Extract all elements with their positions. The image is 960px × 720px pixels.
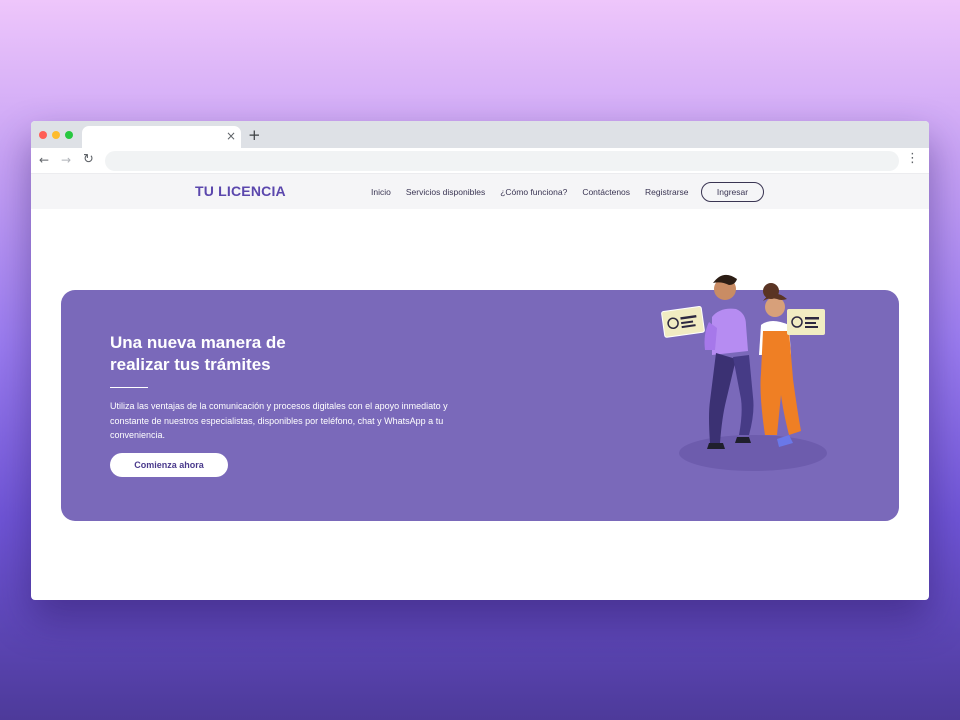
browser-tab-bar: × + xyxy=(31,121,929,148)
hero-title-line-1: Una nueva manera de xyxy=(110,333,286,352)
main-nav: Inicio Servicios disponibles ¿Cómo funci… xyxy=(371,174,704,210)
nav-link-como-funciona[interactable]: ¿Cómo funciona? xyxy=(500,187,567,197)
cta-button[interactable]: Comienza ahora xyxy=(110,453,228,477)
address-bar[interactable] xyxy=(105,151,899,171)
hero-title: Una nueva manera de realizar tus trámite… xyxy=(110,332,340,376)
nav-link-servicios[interactable]: Servicios disponibles xyxy=(406,187,485,197)
window-maximize-dot[interactable] xyxy=(65,131,73,139)
window-minimize-dot[interactable] xyxy=(52,131,60,139)
nav-link-registrarse[interactable]: Registrarse xyxy=(645,187,688,197)
browser-tab[interactable]: × xyxy=(82,126,241,148)
forward-arrow-icon[interactable]: → xyxy=(61,152,71,168)
plus-icon[interactable]: + xyxy=(248,126,261,144)
browser-window: × + ← → ↻ ⋮ TU LICENCIA Inicio Servicios… xyxy=(31,121,929,600)
hero-description: Utiliza las ventajas de la comunicación … xyxy=(110,401,448,440)
back-arrow-icon[interactable]: ← xyxy=(39,152,49,168)
site-header: TU LICENCIA Inicio Servicios disponibles… xyxy=(31,173,929,209)
nav-link-contactenos[interactable]: Contáctenos xyxy=(582,187,630,197)
reload-icon[interactable]: ↻ xyxy=(83,152,94,168)
close-icon[interactable]: × xyxy=(226,129,236,143)
hero-divider xyxy=(110,387,148,388)
id-card-icon xyxy=(787,309,825,335)
menu-dots-icon[interactable]: ⋮ xyxy=(906,151,919,167)
browser-toolbar: ← → ↻ ⋮ xyxy=(31,148,929,173)
hero-title-line-2: realizar tus trámites xyxy=(110,355,271,374)
nav-link-inicio[interactable]: Inicio xyxy=(371,187,391,197)
login-button[interactable]: Ingresar xyxy=(701,182,764,202)
window-close-dot[interactable] xyxy=(39,131,47,139)
site-logo[interactable]: TU LICENCIA xyxy=(195,183,286,199)
hero-illustration xyxy=(661,274,827,471)
